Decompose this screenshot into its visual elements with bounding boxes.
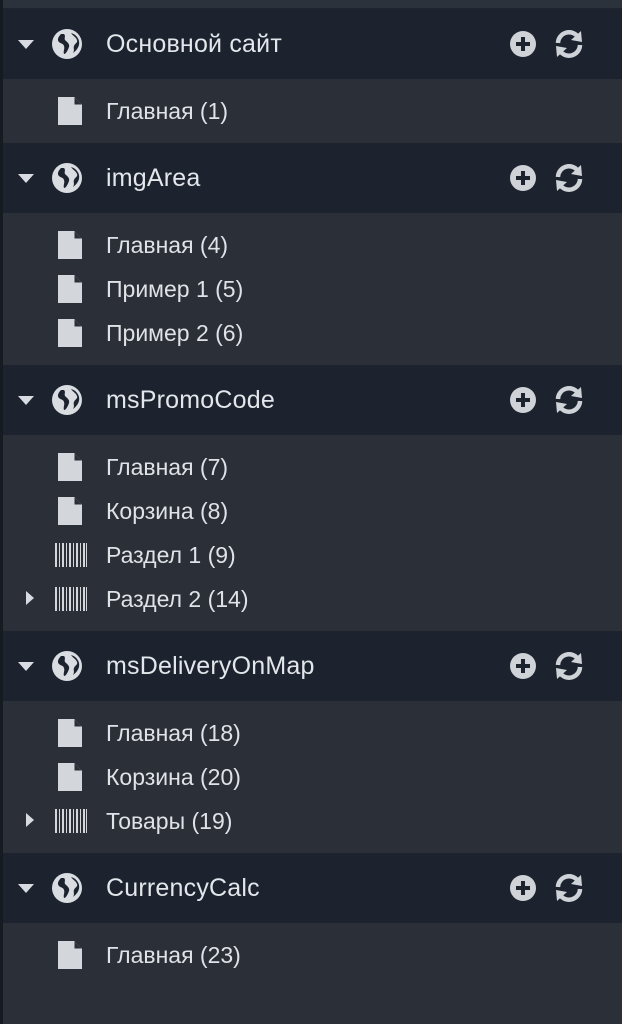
plus-circle-icon[interactable] bbox=[508, 651, 538, 681]
refresh-icon[interactable] bbox=[552, 871, 586, 905]
globe-icon bbox=[52, 29, 82, 59]
context-name[interactable]: msPromoCode bbox=[106, 386, 275, 415]
document-icon bbox=[58, 453, 82, 481]
tree-item-label[interactable]: Корзина (8) bbox=[106, 498, 228, 525]
barcode-icon bbox=[55, 543, 87, 567]
refresh-icon[interactable] bbox=[552, 27, 586, 61]
tree-item-document[interactable]: Пример 1 (5) bbox=[3, 267, 622, 311]
caret-down-icon[interactable] bbox=[18, 174, 34, 183]
tree-item-label[interactable]: Пример 2 (6) bbox=[106, 320, 243, 347]
tree-item-label[interactable]: Главная (18) bbox=[106, 720, 241, 747]
document-icon bbox=[58, 941, 82, 969]
tree-item-label[interactable]: Главная (7) bbox=[106, 454, 228, 481]
context-children: Главная (18) Корзина (20) Товары (19) bbox=[3, 701, 622, 853]
context-name[interactable]: imgArea bbox=[106, 164, 201, 193]
tree-item-document[interactable]: Главная (23) bbox=[3, 933, 622, 977]
tree-item-label[interactable]: Главная (1) bbox=[106, 98, 228, 125]
context-children: Главная (4) Пример 1 (5) Пример 2 (6) bbox=[3, 213, 622, 365]
barcode-icon bbox=[55, 587, 87, 611]
tree-item-label[interactable]: Главная (23) bbox=[106, 942, 241, 969]
context-row-0[interactable]: Основной сайт bbox=[3, 9, 622, 79]
globe-icon bbox=[52, 651, 82, 681]
tree-item-document[interactable]: Главная (18) bbox=[3, 711, 622, 755]
refresh-icon[interactable] bbox=[552, 383, 586, 417]
plus-circle-icon[interactable] bbox=[508, 29, 538, 59]
context-name[interactable]: CurrencyCalc bbox=[106, 874, 260, 903]
caret-down-icon[interactable] bbox=[18, 662, 34, 671]
tree-item-document[interactable]: Главная (4) bbox=[3, 223, 622, 267]
document-icon bbox=[58, 497, 82, 525]
document-icon bbox=[58, 275, 82, 303]
globe-icon bbox=[52, 385, 82, 415]
context-row-4[interactable]: CurrencyCalc bbox=[3, 853, 622, 923]
caret-down-icon[interactable] bbox=[18, 396, 34, 405]
context-row-1[interactable]: imgArea bbox=[3, 143, 622, 213]
tree-item-document[interactable]: Пример 2 (6) bbox=[3, 311, 622, 355]
plus-circle-icon[interactable] bbox=[508, 873, 538, 903]
tree-item-document[interactable]: Корзина (8) bbox=[3, 489, 622, 533]
caret-right-icon[interactable] bbox=[26, 591, 34, 605]
tree-body: Основной сайт Главная (1) imgArea Главна… bbox=[3, 9, 622, 987]
refresh-icon[interactable] bbox=[552, 649, 586, 683]
tree-item-label[interactable]: Пример 1 (5) bbox=[106, 276, 243, 303]
document-icon bbox=[58, 97, 82, 125]
context-children: Главная (23) bbox=[3, 923, 622, 987]
tree-item-document[interactable]: Главная (7) bbox=[3, 445, 622, 489]
caret-down-icon[interactable] bbox=[18, 40, 34, 49]
document-icon bbox=[58, 319, 82, 347]
globe-icon bbox=[52, 163, 82, 193]
globe-icon bbox=[52, 873, 82, 903]
document-icon bbox=[58, 763, 82, 791]
document-icon bbox=[58, 719, 82, 747]
tree-item-document[interactable]: Главная (1) bbox=[3, 89, 622, 133]
refresh-icon[interactable] bbox=[552, 161, 586, 195]
context-row-2[interactable]: msPromoCode bbox=[3, 365, 622, 435]
context-name[interactable]: msDeliveryOnMap bbox=[106, 652, 315, 681]
tree-item-category[interactable]: Товары (19) bbox=[3, 799, 622, 843]
tree-item-category[interactable]: Раздел 1 (9) bbox=[3, 533, 622, 577]
context-row-3[interactable]: msDeliveryOnMap bbox=[3, 631, 622, 701]
resource-tree: Основной сайт Главная (1) imgArea Главна… bbox=[0, 0, 622, 1024]
tree-item-label[interactable]: Корзина (20) bbox=[106, 764, 241, 791]
barcode-icon bbox=[55, 809, 87, 833]
caret-right-icon[interactable] bbox=[26, 813, 34, 827]
tree-item-label[interactable]: Раздел 1 (9) bbox=[106, 542, 236, 569]
caret-down-icon[interactable] bbox=[18, 884, 34, 893]
plus-circle-icon[interactable] bbox=[508, 163, 538, 193]
context-name[interactable]: Основной сайт bbox=[106, 30, 282, 59]
tree-item-document[interactable]: Корзина (20) bbox=[3, 755, 622, 799]
tree-item-category[interactable]: Раздел 2 (14) bbox=[3, 577, 622, 621]
context-children: Главная (7) Корзина (8) Раздел 1 (9) Раз… bbox=[3, 435, 622, 631]
tree-item-label[interactable]: Раздел 2 (14) bbox=[106, 586, 249, 613]
document-icon bbox=[58, 231, 82, 259]
tree-item-label[interactable]: Товары (19) bbox=[106, 808, 232, 835]
tree-top-divider bbox=[3, 0, 622, 9]
context-children: Главная (1) bbox=[3, 79, 622, 143]
plus-circle-icon[interactable] bbox=[508, 385, 538, 415]
tree-item-label[interactable]: Главная (4) bbox=[106, 232, 228, 259]
